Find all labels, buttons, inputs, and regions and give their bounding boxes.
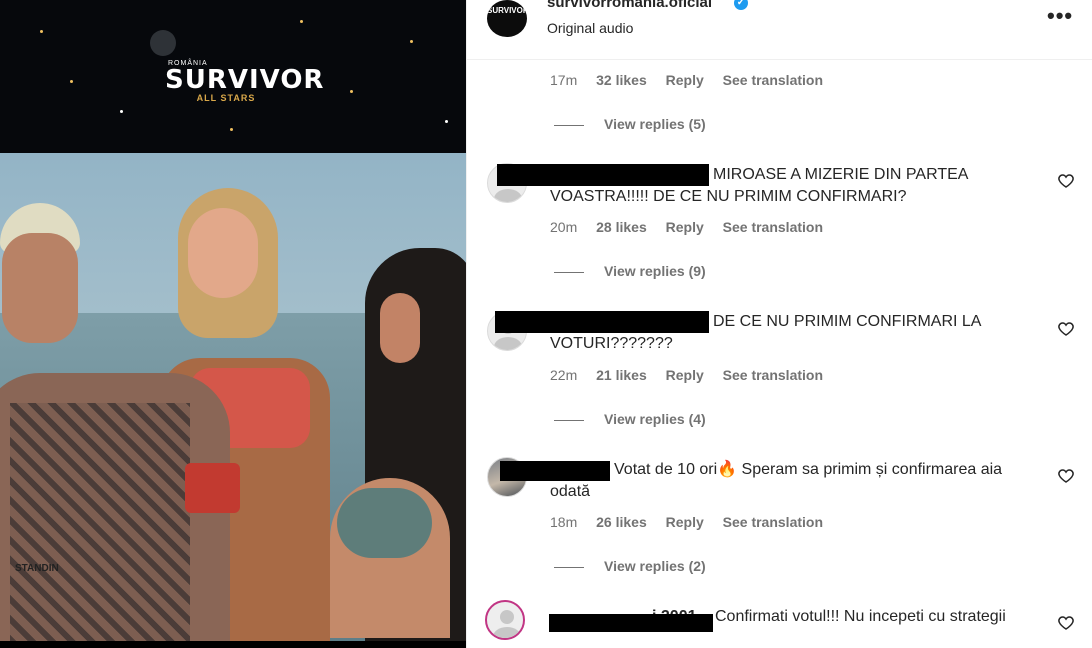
survivor-logo: ROMÂNIA SURVIVOR ALL STARS — [165, 60, 325, 103]
video-banner: ROMÂNIA SURVIVOR ALL STARS — [0, 0, 466, 153]
post-media[interactable]: ROMÂNIA SURVIVOR ALL STARS STANDIN — [0, 0, 466, 648]
redacted-username — [495, 311, 709, 333]
see-translation-button[interactable]: See translation — [723, 72, 823, 88]
like-heart-icon[interactable] — [1057, 467, 1075, 485]
comment-text: DE CE NU PRIMIM CONFIRMARI LA — [713, 313, 982, 330]
video-frame: STANDIN — [0, 153, 466, 641]
account-username[interactable]: survivorromania.oficial — [547, 0, 712, 11]
comment-text: odată — [550, 483, 591, 500]
account-avatar[interactable]: SURVIVOR — [487, 0, 527, 37]
comment-meta: 17m 32 likes Reply See translation — [550, 72, 838, 88]
view-replies-button[interactable]: View replies (9) — [554, 263, 706, 279]
commenter-avatar[interactable] — [485, 600, 525, 640]
see-translation-button[interactable]: See translation — [723, 219, 823, 235]
reply-button[interactable]: Reply — [666, 219, 704, 235]
comment-time: 17m — [550, 72, 578, 88]
reply-button[interactable]: Reply — [666, 514, 704, 530]
more-options-icon[interactable]: ••• — [1047, 3, 1073, 29]
original-audio-link[interactable]: Original audio — [547, 20, 633, 36]
comment-likes[interactable]: 32 likes — [596, 72, 647, 88]
redacted-username — [549, 614, 713, 632]
comment-text: VOASTRA!!!!! DE CE NU PRIMIM CONFIRMARI? — [550, 188, 907, 205]
comment-meta: 22m 21 likes Reply See translation — [550, 367, 824, 383]
reply-button[interactable]: Reply — [666, 367, 704, 383]
like-heart-icon[interactable] — [1057, 320, 1075, 338]
redacted-username — [497, 164, 709, 186]
comment-text: VOTURI??????? — [550, 335, 673, 352]
comment-text: Votat de 10 ori🔥 Speram sa primim și con… — [614, 461, 1003, 478]
comment-text: MIROASE A MIZERIE DIN PARTEA — [713, 166, 969, 183]
view-replies-button[interactable]: View replies (5) — [554, 116, 706, 132]
redacted-username — [500, 461, 610, 481]
person-left: STANDIN — [0, 193, 250, 641]
comment-meta: 20m 28 likes Reply See translation — [550, 219, 824, 235]
verified-badge-icon: ✓ — [734, 0, 748, 10]
person-right — [325, 248, 466, 641]
comment-text: Confirmati votul!!! Nu incepeti cu strat… — [715, 608, 1006, 625]
comment-meta: 18m 26 likes Reply See translation — [550, 514, 824, 530]
view-replies-button[interactable]: View replies (4) — [554, 411, 706, 427]
comments-panel[interactable]: SURVIVOR survivorromania.oficial ✓ Origi… — [466, 0, 1092, 648]
reply-button[interactable]: Reply — [666, 72, 704, 88]
light-orb — [150, 30, 176, 56]
view-replies-button[interactable]: View replies (2) — [554, 558, 706, 574]
like-heart-icon[interactable] — [1057, 614, 1075, 632]
see-translation-button[interactable]: See translation — [723, 367, 823, 383]
post-header: SURVIVOR survivorromania.oficial ✓ Origi… — [467, 0, 1092, 60]
like-heart-icon[interactable] — [1057, 172, 1075, 190]
see-translation-button[interactable]: See translation — [723, 514, 823, 530]
